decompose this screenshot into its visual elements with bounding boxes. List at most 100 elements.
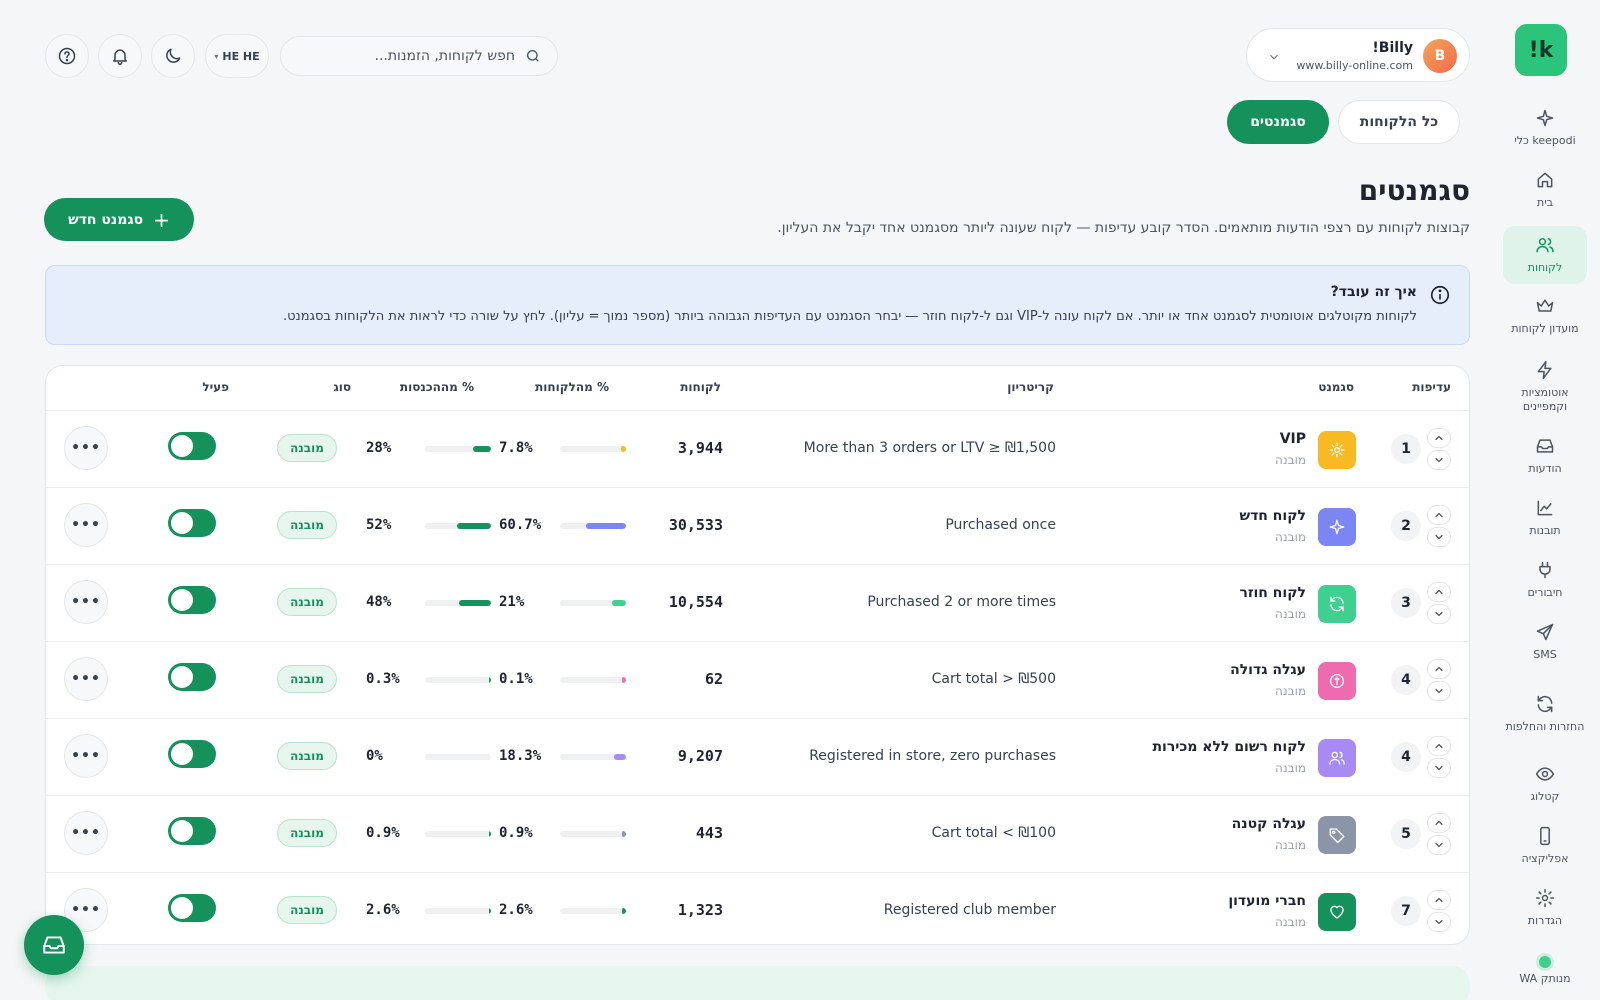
language-button[interactable]: ▾ HE HE (205, 34, 269, 78)
sidebar-item[interactable]: לקוחות (1503, 226, 1587, 284)
segment-criteria: Registered in store, zero purchases (809, 748, 1056, 764)
gear-icon (1535, 888, 1555, 908)
crown-icon (1536, 299, 1554, 312)
move-up-button[interactable] (1427, 659, 1451, 679)
move-down-button[interactable] (1427, 681, 1451, 701)
move-down-button[interactable] (1427, 450, 1451, 470)
sidebar-item[interactable]: מועדון לקוחות (1503, 292, 1587, 340)
new-segment-button[interactable]: + סגמנט חדש (44, 198, 194, 241)
more-options-button[interactable]: ••• (64, 657, 108, 701)
segment-criteria: More than 3 orders or LTV ≥ ₪1,500 (803, 440, 1056, 456)
tab-all-customers[interactable]: כל הלקוחות (1338, 100, 1460, 144)
table-row[interactable]: 4 עגלה גדולה מובנה Cart total > ₪500 62 … (46, 641, 1469, 718)
tab-segments[interactable]: סגמנטים (1227, 100, 1329, 144)
new-segment-label: סגמנט חדש (68, 211, 144, 228)
sidebar-item[interactable]: קטלוג (1503, 760, 1587, 808)
dark-mode-button[interactable] (151, 34, 195, 78)
table-row[interactable]: 3 לקוח חוזר מובנה Purchased 2 or more ti… (46, 564, 1469, 641)
sidebar-item[interactable]: הגדרות (1503, 884, 1587, 932)
home-icon (1537, 172, 1553, 188)
more-options-button[interactable]: ••• (64, 811, 108, 855)
priority-controls (1427, 659, 1453, 701)
sidebar-item[interactable]: בית (1503, 166, 1587, 214)
segment-type: מובנה (1274, 761, 1306, 775)
segment-icon (1318, 662, 1356, 700)
sidebar-item-label: מועדון לקוחות (1511, 322, 1579, 335)
table-row[interactable]: 4 לקוח רשום ללא מכירות מובנה Registered … (46, 718, 1469, 795)
header-segment: סגמנט (1318, 380, 1354, 394)
chevron-up-icon (1435, 589, 1443, 595)
plus-icon: + (153, 207, 170, 232)
type-badge: מובנה (277, 511, 337, 539)
active-toggle[interactable] (168, 586, 216, 614)
table-row[interactable]: 5 עגלה קטנה מובנה Cart total < ₪100 443 … (46, 795, 1469, 872)
move-down-button[interactable] (1427, 758, 1451, 778)
account-url: www.billy-online.com (1296, 59, 1413, 72)
segment-icon (1318, 431, 1356, 469)
more-options-button[interactable]: ••• (64, 580, 108, 624)
account-name: !Billy (1372, 40, 1413, 56)
move-up-button[interactable] (1427, 736, 1451, 756)
pct-revenue: 0.3% (366, 671, 400, 687)
account-switcher[interactable]: B !Billy www.billy-online.com (1246, 28, 1470, 82)
sidebar-item[interactable]: הודעות (1503, 432, 1587, 480)
table-row[interactable]: 1 VIP מובנה More than 3 orders or LTV ≥ … (46, 410, 1469, 487)
sidebar-item-label: תובנות (1529, 524, 1561, 537)
table-row[interactable]: 2 לקוח חדש מובנה Purchased once 30,533 6… (46, 487, 1469, 564)
segment-icon (1318, 585, 1356, 623)
table-row[interactable]: 7 חברי מועדון מובנה Registered club memb… (46, 872, 1469, 944)
type-badge: מובנה (277, 742, 337, 770)
move-up-button[interactable] (1427, 582, 1451, 602)
chevron-down-icon (1435, 457, 1443, 463)
sidebar-item[interactable]: כלי keepodi (1503, 104, 1587, 152)
move-down-button[interactable] (1427, 527, 1451, 547)
priority-number: 5 (1391, 819, 1421, 849)
info-text: לקוחות מקוטלגים אוטומטית לסגמנט אחד או י… (282, 309, 1417, 324)
search-input[interactable] (297, 48, 515, 64)
pct-customers-bar (560, 754, 626, 760)
active-toggle[interactable] (168, 817, 216, 845)
move-up-button[interactable] (1427, 890, 1451, 910)
help-button[interactable] (45, 34, 89, 78)
move-up-button[interactable] (1427, 428, 1451, 448)
sidebar-item[interactable]: SMS (1503, 618, 1587, 666)
sidebar-item[interactable]: אוטומציות וקמפיינים (1503, 355, 1587, 419)
search-box[interactable] (280, 36, 558, 76)
pct-customers-bar (560, 831, 626, 837)
move-down-button[interactable] (1427, 912, 1451, 932)
type-badge: מובנה (277, 588, 337, 616)
more-options-button[interactable]: ••• (64, 734, 108, 778)
priority-controls (1427, 813, 1453, 855)
segment-type: מובנה (1274, 607, 1306, 621)
segment-icon (1318, 739, 1356, 777)
active-toggle[interactable] (168, 740, 216, 768)
move-down-button[interactable] (1427, 835, 1451, 855)
sidebar-item-label: הודעות (1528, 462, 1562, 475)
bottom-panel (45, 966, 1470, 1000)
active-toggle[interactable] (168, 432, 216, 460)
more-options-button[interactable]: ••• (64, 426, 108, 470)
sidebar-item[interactable]: חיבורים (1503, 556, 1587, 604)
segment-type: מובנה (1274, 530, 1306, 544)
eye-icon (1535, 767, 1555, 781)
active-toggle[interactable] (168, 663, 216, 691)
notifications-button[interactable] (98, 34, 142, 78)
move-up-button[interactable] (1427, 813, 1451, 833)
inbox-fab-button[interactable] (24, 915, 84, 975)
active-toggle[interactable] (168, 509, 216, 537)
whatsapp-status[interactable]: WA מנותק (1503, 956, 1587, 985)
active-toggle[interactable] (168, 894, 216, 922)
priority-controls (1427, 890, 1453, 932)
header-pct-customers: % מהלקוחות (535, 380, 609, 394)
brand-logo[interactable]: !k (1515, 24, 1567, 76)
status-dot-icon (1539, 956, 1551, 968)
pct-revenue: 2.6% (366, 902, 400, 918)
chevron-up-icon (1435, 666, 1443, 672)
sidebar-item[interactable]: תובנות (1503, 494, 1587, 542)
more-options-button[interactable]: ••• (64, 503, 108, 547)
sidebar-item[interactable]: החזרות והחלפות (1503, 682, 1587, 746)
pct-revenue-bar (425, 446, 491, 452)
move-down-button[interactable] (1427, 604, 1451, 624)
sidebar-item[interactable]: אפליקציה (1503, 822, 1587, 870)
move-up-button[interactable] (1427, 505, 1451, 525)
